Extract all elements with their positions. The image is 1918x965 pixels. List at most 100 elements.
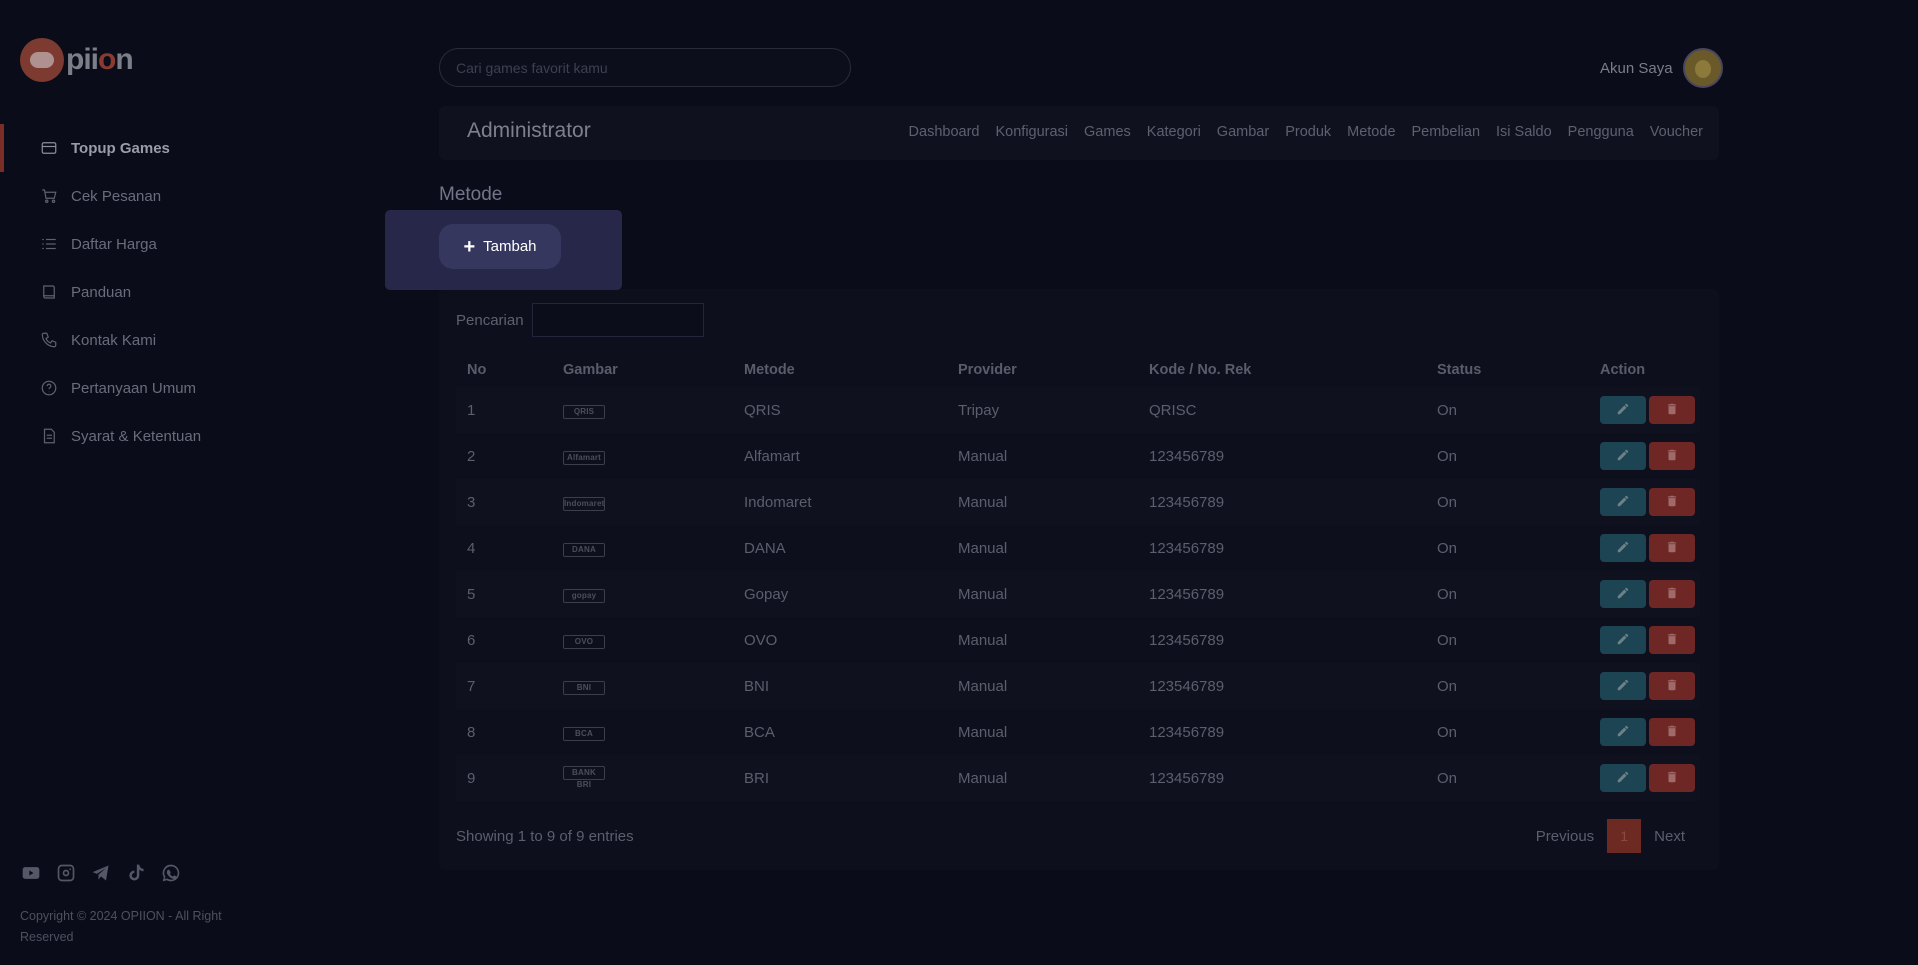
cell-action <box>1589 525 1700 571</box>
edit-button[interactable] <box>1600 626 1646 654</box>
admin-nav-konfigurasi[interactable]: Konfigurasi <box>995 124 1068 140</box>
card-icon <box>40 139 58 157</box>
delete-button[interactable] <box>1649 580 1695 608</box>
sidebar-item-kontak-kami[interactable]: Kontak Kami <box>0 316 300 364</box>
page-title: Metode <box>439 184 503 205</box>
cell-kode: 123456789 <box>1149 585 1225 603</box>
cell-no: 8 <box>467 723 476 741</box>
cell-kode: 123456789 <box>1149 493 1225 511</box>
pagination-previous[interactable]: Previous <box>1523 828 1607 845</box>
cell-action <box>1589 663 1700 709</box>
brand-logo[interactable]: piion <box>20 38 134 82</box>
methods-table-card: Pencarian No Gambar Metode Provider Kode… <box>439 289 1719 870</box>
table-row: 8 BCA BCA Manual 123456789 On <box>456 709 1700 755</box>
cell-no: 9 <box>467 769 476 787</box>
cell-gambar: OVO <box>552 617 733 663</box>
admin-nav-voucher[interactable]: Voucher <box>1650 124 1703 140</box>
sidebar-item-label: Daftar Harga <box>71 235 157 253</box>
column-header-gambar[interactable]: Gambar <box>552 353 733 387</box>
cell-metode: Alfamart <box>744 447 800 465</box>
pagination-next[interactable]: Next <box>1641 828 1698 845</box>
delete-button[interactable] <box>1649 534 1695 562</box>
cell-metode: BRI <box>744 769 770 787</box>
table-search-input[interactable] <box>532 303 704 337</box>
sidebar-item-syarat-ketentuan[interactable]: Syarat & Ketentuan <box>0 412 300 460</box>
telegram-icon[interactable] <box>90 862 112 884</box>
column-header-metode[interactable]: Metode <box>733 353 947 387</box>
tiktok-icon[interactable] <box>125 862 147 884</box>
sidebar-item-label: Topup Games <box>71 139 170 157</box>
pencil-icon <box>1616 586 1630 603</box>
cell-kode: 123456789 <box>1149 539 1225 557</box>
trash-icon <box>1665 540 1679 557</box>
account-menu[interactable]: Akun Saya <box>1600 48 1723 88</box>
add-method-button[interactable]: + Tambah <box>439 224 561 269</box>
cell-metode: QRIS <box>744 401 781 419</box>
admin-nav-dashboard[interactable]: Dashboard <box>909 124 980 140</box>
trash-icon <box>1665 494 1679 511</box>
edit-button[interactable] <box>1600 718 1646 746</box>
column-header-kode[interactable]: Kode / No. Rek <box>1138 353 1426 387</box>
column-header-status[interactable]: Status <box>1426 353 1589 387</box>
cell-kode: 123456789 <box>1149 447 1225 465</box>
admin-nav-gambar[interactable]: Gambar <box>1217 124 1269 140</box>
pencil-icon <box>1616 402 1630 419</box>
admin-nav-games[interactable]: Games <box>1084 124 1131 140</box>
cell-gambar: gopay <box>552 571 733 617</box>
cell-gambar: DANA <box>552 525 733 571</box>
whatsapp-icon[interactable] <box>160 862 182 884</box>
pagination-page-1[interactable]: 1 <box>1607 819 1642 853</box>
payment-logo: QRIS <box>563 405 605 419</box>
delete-button[interactable] <box>1649 718 1695 746</box>
delete-button[interactable] <box>1649 488 1695 516</box>
column-header-no[interactable]: No <box>456 353 552 387</box>
sidebar-item-label: Pertanyaan Umum <box>71 379 197 397</box>
delete-button[interactable] <box>1649 764 1695 792</box>
admin-bar: Administrator Dashboard Konfigurasi Game… <box>439 106 1719 160</box>
search-input[interactable] <box>439 48 851 87</box>
cell-status: On <box>1437 447 1458 465</box>
cell-gambar: BNI <box>552 663 733 709</box>
cell-kode: 123456789 <box>1149 769 1225 787</box>
payment-logo: BANK BRI <box>563 765 605 789</box>
admin-nav-pengguna[interactable]: Pengguna <box>1568 124 1634 140</box>
admin-nav-pembelian[interactable]: Pembelian <box>1412 124 1481 140</box>
admin-nav-metode[interactable]: Metode <box>1347 124 1395 140</box>
sidebar-item-label: Syarat & Ketentuan <box>71 427 202 445</box>
admin-nav-isi-saldo[interactable]: Isi Saldo <box>1496 124 1552 140</box>
payment-logo: gopay <box>563 589 605 603</box>
edit-button[interactable] <box>1600 488 1646 516</box>
admin-nav-produk[interactable]: Produk <box>1285 124 1331 140</box>
cell-gambar: Indomaret <box>552 479 733 525</box>
cell-kode: QRISC <box>1149 401 1197 419</box>
admin-nav-kategori[interactable]: Kategori <box>1147 124 1201 140</box>
sidebar-item-cek-pesanan[interactable]: Cek Pesanan <box>0 172 300 220</box>
avatar[interactable] <box>1682 48 1723 88</box>
edit-button[interactable] <box>1600 396 1646 424</box>
youtube-icon[interactable] <box>20 862 42 884</box>
cell-action <box>1589 755 1700 801</box>
sidebar-item-panduan[interactable]: Panduan <box>0 268 300 316</box>
delete-button[interactable] <box>1649 396 1695 424</box>
column-header-provider[interactable]: Provider <box>947 353 1138 387</box>
plus-icon: + <box>463 235 476 258</box>
edit-button[interactable] <box>1600 534 1646 562</box>
instagram-icon[interactable] <box>55 862 77 884</box>
cell-no: 3 <box>467 493 476 511</box>
delete-button[interactable] <box>1649 626 1695 654</box>
table-row: 5 gopay Gopay Manual 123456789 On <box>456 571 1700 617</box>
edit-button[interactable] <box>1600 672 1646 700</box>
cell-action <box>1589 433 1700 479</box>
delete-button[interactable] <box>1649 442 1695 470</box>
table-row: 4 DANA DANA Manual 123456789 On <box>456 525 1700 571</box>
cell-no: 1 <box>467 401 476 419</box>
sidebar-item-daftar-harga[interactable]: Daftar Harga <box>0 220 300 268</box>
sidebar-item-pertanyaan-umum[interactable]: Pertanyaan Umum <box>0 364 300 412</box>
sidebar-item-topup-games[interactable]: Topup Games <box>0 124 300 172</box>
delete-button[interactable] <box>1649 672 1695 700</box>
edit-button[interactable] <box>1600 580 1646 608</box>
trash-icon <box>1665 724 1679 741</box>
edit-button[interactable] <box>1600 764 1646 792</box>
cell-action <box>1589 709 1700 755</box>
edit-button[interactable] <box>1600 442 1646 470</box>
